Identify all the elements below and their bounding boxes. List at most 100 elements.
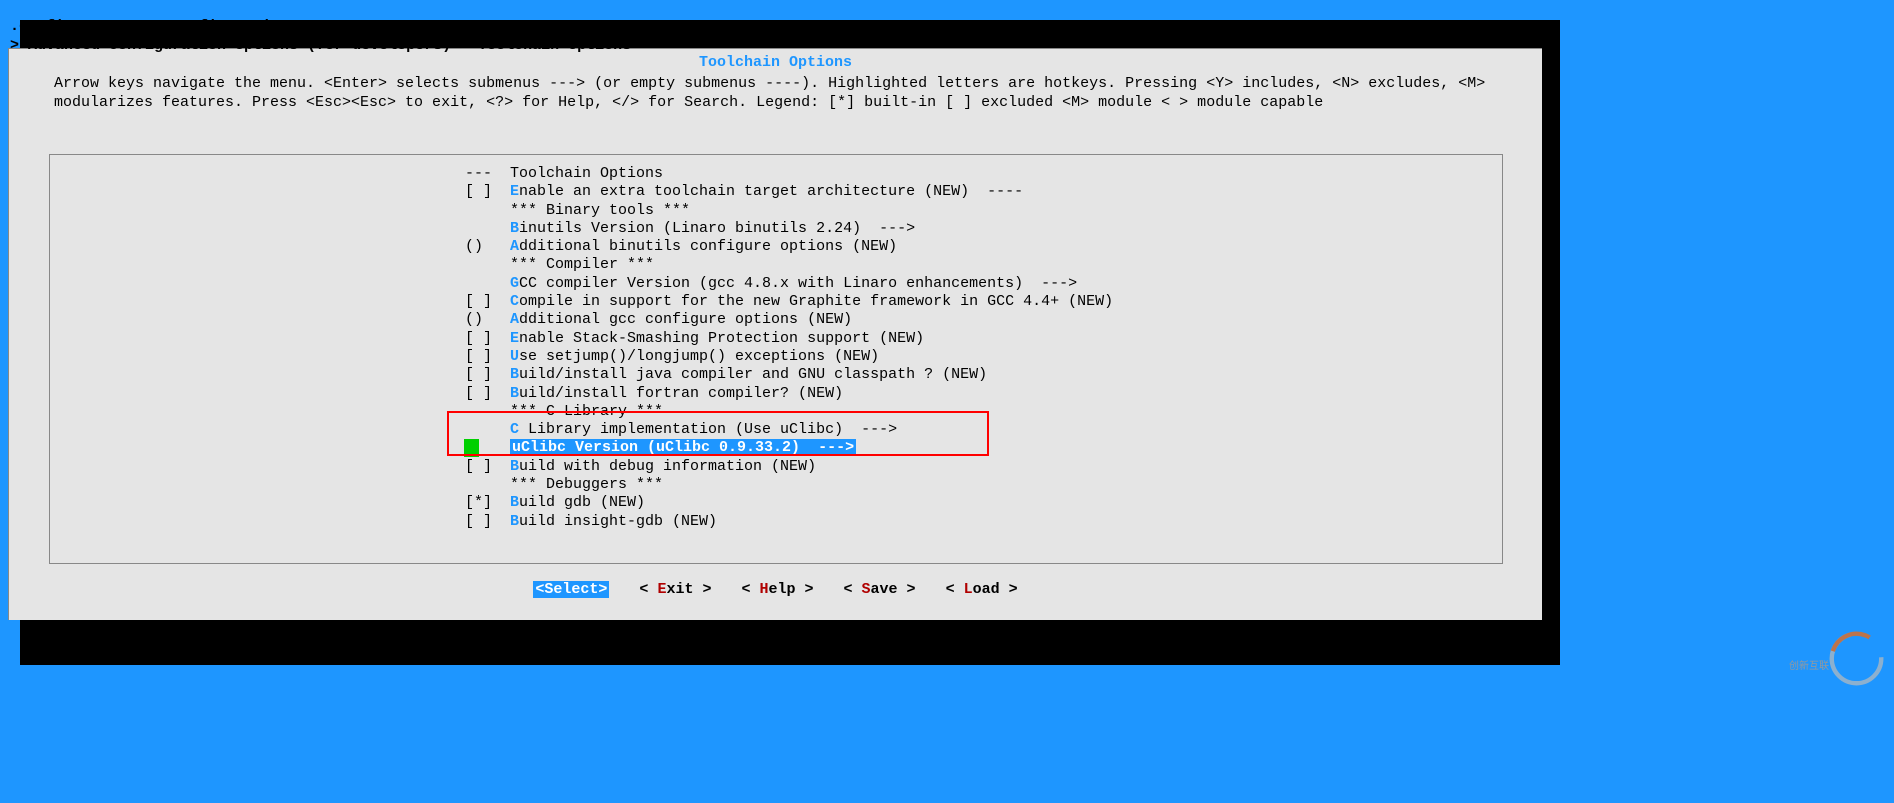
nav-button-ave[interactable]: < Save > [844, 581, 916, 598]
menu-item-label: *** Debuggers *** [510, 476, 663, 493]
title-prefix: .config - [10, 18, 100, 35]
button-label: oad > [973, 581, 1018, 598]
menu-item-10[interactable]: [ ]Use setjump()/longjump() exceptions (… [50, 348, 1502, 366]
help-text: Arrow keys navigate the menu. <Enter> se… [54, 74, 1497, 112]
menu-marker: [ ] [465, 513, 510, 531]
selection-cursor-icon [464, 439, 479, 457]
menu-marker: () [465, 311, 510, 329]
menu-item-5[interactable]: *** Compiler *** [50, 256, 1502, 274]
menu-marker: [ ] [465, 183, 510, 201]
menu-marker [465, 256, 510, 274]
title-text: OpenWrt Configuration [100, 18, 289, 35]
menu-marker [465, 476, 510, 494]
menu-hotkey: A [510, 238, 519, 255]
menu-marker: [ ] [465, 458, 510, 476]
watermark-text: 创新互联 [1789, 657, 1829, 673]
menu-marker: [ ] [465, 293, 510, 311]
menu-item-label: CC compiler Version (gcc 4.8.x with Lina… [519, 275, 1077, 292]
button-hotkey: L [964, 581, 973, 598]
menu-item-12[interactable]: [ ]Build/install fortran compiler? (NEW) [50, 385, 1502, 403]
menu-item-7[interactable]: [ ]Compile in support for the new Graphi… [50, 293, 1502, 311]
menu-marker: [ ] [465, 385, 510, 403]
menu-item-0[interactable]: ---Toolchain Options [50, 165, 1502, 183]
menu-item-17[interactable]: *** Debuggers *** [50, 476, 1502, 494]
button-bracket: < [639, 581, 657, 598]
menu-hotkey: G [510, 275, 519, 292]
menu-item-14[interactable]: C Library implementation (Use uClibc) --… [50, 421, 1502, 439]
menu-hotkey: A [510, 311, 519, 328]
menu-marker: [ ] [465, 348, 510, 366]
menu-hotkey: U [510, 348, 519, 365]
nav-button-oad[interactable]: < Load > [946, 581, 1018, 598]
menu-item-9[interactable]: [ ]Enable Stack-Smashing Protection supp… [50, 330, 1502, 348]
menu-item-2[interactable]: *** Binary tools *** [50, 202, 1502, 220]
button-bracket: < [741, 581, 759, 598]
menu-item-label: uild/install fortran compiler? (NEW) [519, 385, 843, 402]
menu-item-13[interactable]: *** C Library *** [50, 403, 1502, 421]
menu-item-label: Toolchain Options [510, 165, 663, 182]
panel-title: Toolchain Options [9, 54, 1542, 71]
menu-item-3[interactable]: Binutils Version (Linaro binutils 2.24) … [50, 220, 1502, 238]
breadcrumb-sep: > [451, 37, 478, 54]
menu-item-8[interactable]: () Additional gcc configure options (NEW… [50, 311, 1502, 329]
menu-item-4[interactable]: () Additional binutils configure options… [50, 238, 1502, 256]
menu-hotkey: u [512, 439, 521, 456]
menu-item-label: inutils Version (Linaro binutils 2.24) -… [519, 220, 915, 237]
breadcrumb-part2: Toolchain Options [478, 37, 631, 54]
menu-item-label: uild gdb (NEW) [519, 494, 645, 511]
menu-item-19[interactable]: [ ]Build insight-gdb (NEW) [50, 513, 1502, 531]
menu-marker: [ ] [465, 330, 510, 348]
breadcrumb: > Advanced configuration options (for de… [10, 37, 631, 54]
menu-marker: () [465, 238, 510, 256]
button-bar: <Select>< Exit >< Help >< Save >< Load > [9, 581, 1542, 598]
menu-item-6[interactable]: GCC compiler Version (gcc 4.8.x with Lin… [50, 275, 1502, 293]
menu-item-label: uild/install java compiler and GNU class… [519, 366, 987, 383]
menu-list[interactable]: ---Toolchain Options[ ]Enable an extra t… [50, 165, 1502, 531]
menu-item-label: dditional binutils configure options (NE… [519, 238, 897, 255]
nav-button-elect[interactable]: <Select> [533, 581, 609, 598]
menu-marker [465, 275, 510, 293]
menu-item-label: Library implementation (Use uClibc) ---> [519, 421, 897, 438]
menu-item-1[interactable]: [ ]Enable an extra toolchain target arch… [50, 183, 1502, 201]
window-title: .config - OpenWrt Configuration [10, 18, 289, 35]
menu-marker [465, 403, 510, 421]
button-bracket: < [946, 581, 964, 598]
menu-item-11[interactable]: [ ]Build/install java compiler and GNU c… [50, 366, 1502, 384]
menu-hotkey: B [510, 494, 519, 511]
menu-item-label: se setjump()/longjump() exceptions (NEW) [519, 348, 879, 365]
menu-item-label: *** C Library *** [510, 403, 663, 420]
menu-item-18[interactable]: [*]Build gdb (NEW) [50, 494, 1502, 512]
menu-item-label: Clibc Version (uClibc 0.9.33.2) ---> [521, 439, 854, 456]
menu-item-label: dditional gcc configure options (NEW) [519, 311, 852, 328]
menu-marker: [*] [465, 494, 510, 512]
menu-hotkey: C [510, 293, 519, 310]
menu-item-label: uild with debug information (NEW) [519, 458, 816, 475]
menu-item-label: ompile in support for the new Graphite f… [519, 293, 1113, 310]
menu-item-15[interactable]: uClibc Version (uClibc 0.9.33.2) ---> [50, 439, 1502, 457]
menu-marker [465, 421, 510, 439]
button-label: elp > [769, 581, 814, 598]
nav-button-xit[interactable]: < Exit > [639, 581, 711, 598]
menu-hotkey: E [510, 183, 519, 200]
button-hotkey: S [862, 581, 871, 598]
menu-marker [465, 220, 510, 238]
breadcrumb-prefix: > [10, 37, 28, 54]
button-label: ave > [871, 581, 916, 598]
watermark-logo [1826, 628, 1886, 688]
menu-item-16[interactable]: [ ]Build with debug information (NEW) [50, 458, 1502, 476]
menu-box: ---Toolchain Options[ ]Enable an extra t… [49, 154, 1503, 564]
menu-item-label: nable an extra toolchain target architec… [519, 183, 1023, 200]
menu-hotkey: C [510, 421, 519, 438]
menu-hotkey: B [510, 513, 519, 530]
button-bracket: < [844, 581, 862, 598]
button-label: elect> [553, 581, 607, 598]
menu-item-label: *** Compiler *** [510, 256, 654, 273]
menu-item-label: *** Binary tools *** [510, 202, 690, 219]
menu-marker [465, 202, 510, 220]
menu-hotkey: B [510, 385, 519, 402]
button-hotkey: H [759, 581, 768, 598]
nav-button-elp[interactable]: < Help > [741, 581, 813, 598]
main-panel: Toolchain Options Arrow keys navigate th… [8, 48, 1542, 620]
button-label: xit > [666, 581, 711, 598]
menu-hotkey: B [510, 220, 519, 237]
